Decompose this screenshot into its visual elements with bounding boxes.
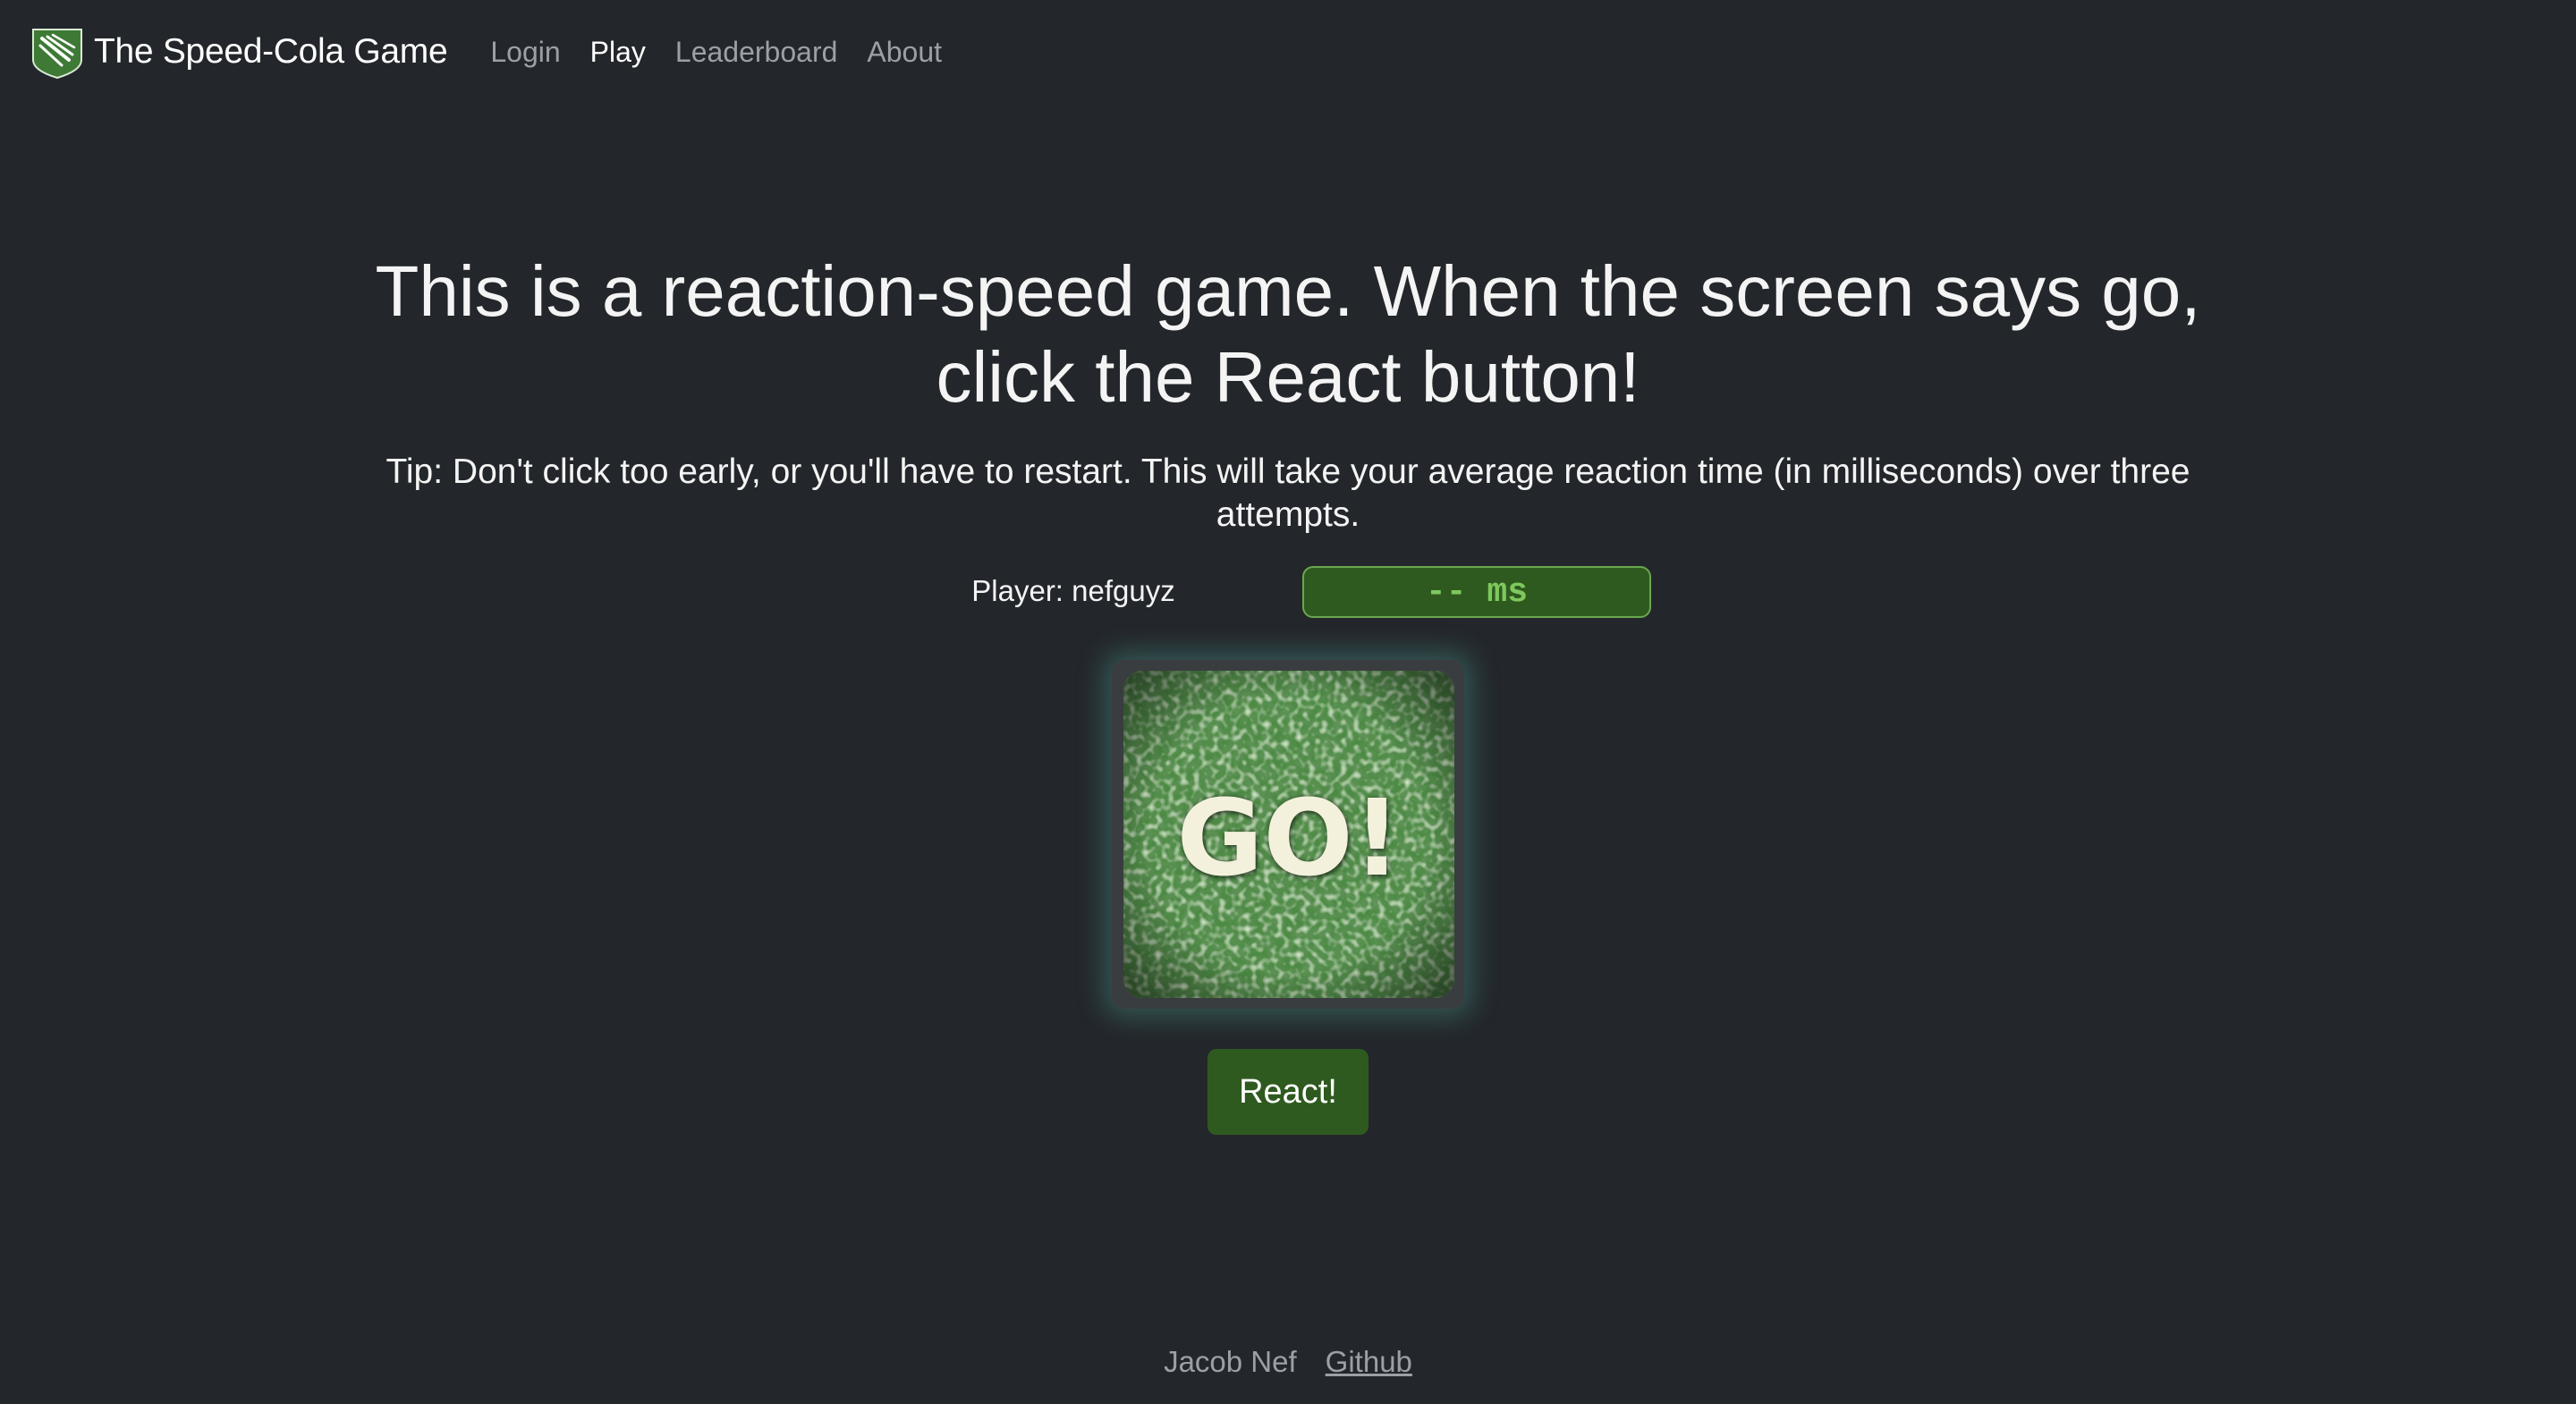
nav-login[interactable]: Login: [490, 36, 560, 69]
nav-play[interactable]: Play: [590, 36, 646, 69]
footer-author: Jacob Nef: [1164, 1345, 1297, 1378]
game-tip: Tip: Don't click too early, or you'll ha…: [386, 452, 2190, 534]
nav-about[interactable]: About: [867, 36, 942, 69]
tv-screen: GO!: [1123, 671, 1454, 998]
nav-links: Login Play Leaderboard About: [490, 36, 971, 69]
game-instructions-heading: This is a reaction-speed game. When the …: [375, 251, 2201, 417]
brand-link[interactable]: The Speed-Cola Game: [30, 24, 448, 80]
github-link[interactable]: Github: [1326, 1345, 1412, 1379]
reaction-timer-display: -- ms: [1302, 566, 1651, 618]
speed-cola-shield-icon: [32, 29, 82, 80]
react-button[interactable]: React!: [1208, 1049, 1368, 1135]
go-signal-text: GO!: [1176, 776, 1402, 900]
brand-title: The Speed-Cola Game: [94, 32, 448, 71]
footer: Jacob Nef Github: [0, 1345, 2576, 1379]
player-name: Player: nefguyz: [971, 574, 1175, 607]
navbar: The Speed-Cola Game Login Play Leaderboa…: [0, 0, 2576, 104]
nav-leaderboard[interactable]: Leaderboard: [675, 36, 837, 69]
